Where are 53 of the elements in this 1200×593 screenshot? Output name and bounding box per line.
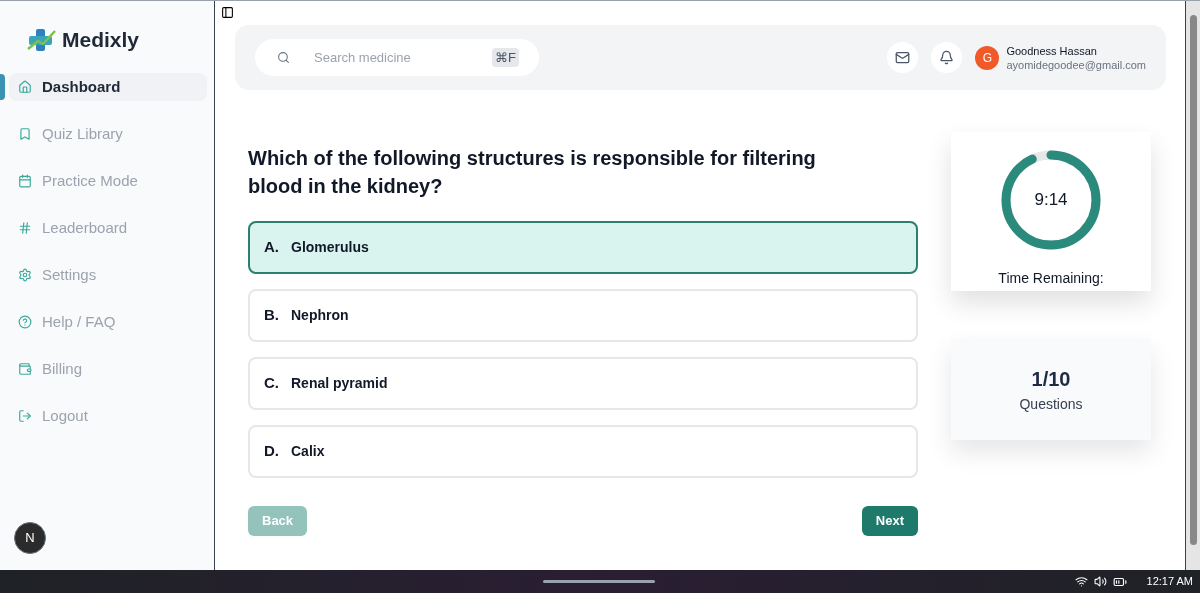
answer-option[interactable]: D. Calix xyxy=(248,425,918,478)
sidebar-item[interactable]: Help / FAQ xyxy=(9,308,207,336)
option-letter: C. xyxy=(264,373,279,394)
next-button[interactable]: Next xyxy=(861,506,918,536)
logout-icon xyxy=(18,409,32,423)
wifi-icon[interactable] xyxy=(1074,575,1088,588)
dev-badge[interactable]: N xyxy=(14,522,46,554)
sidebar-item[interactable]: Logout xyxy=(9,402,207,430)
sidebar-toggle-icon[interactable] xyxy=(221,6,234,19)
timer-reading: 9:14 xyxy=(1034,189,1068,212)
answer-option[interactable]: B. Nephron xyxy=(248,289,918,342)
hash-icon xyxy=(18,221,32,235)
avatar[interactable]: G xyxy=(975,45,1000,70)
wallet-icon xyxy=(18,362,32,376)
option-letter: B. xyxy=(264,305,279,326)
option-letter: A. xyxy=(264,237,279,258)
answer-option[interactable]: C. Renal pyramid xyxy=(248,357,918,410)
mail-icon xyxy=(895,50,911,65)
clock: 12:17 AM xyxy=(1146,574,1193,590)
calendar-icon xyxy=(18,174,32,188)
bookmark-icon xyxy=(18,127,32,141)
progress-label: Questions xyxy=(1019,395,1083,414)
question-count: 1/10 xyxy=(1031,367,1071,392)
question-text: Which of the following structures is responsible for filtering blood in the kidney? xyxy=(248,146,817,199)
logo-icon xyxy=(26,27,58,53)
option-text: Calix xyxy=(291,442,325,461)
sidebar-item[interactable]: Billing xyxy=(9,355,207,383)
sidebar-item[interactable]: Quiz Library xyxy=(9,120,207,148)
search-icon xyxy=(277,51,290,64)
answer-option[interactable]: A. Glomerulus xyxy=(248,221,918,274)
sidebar-item[interactable]: Dashboard xyxy=(9,73,207,101)
notifications-button[interactable] xyxy=(931,42,963,73)
active-indicator xyxy=(0,74,5,100)
search-field[interactable]: Search medicine ⌘F xyxy=(255,39,539,76)
timer-label: Time Remaining: xyxy=(998,269,1104,288)
sidebar-item[interactable]: Settings xyxy=(9,261,207,289)
option-text: Nephron xyxy=(291,306,349,325)
search-placeholder: Search medicine xyxy=(314,48,412,67)
option-text: Glomerulus xyxy=(291,238,369,257)
sidebar-item[interactable]: Practice Mode xyxy=(9,167,207,195)
settings-icon xyxy=(18,268,32,282)
shortcut-hint: ⌘F xyxy=(492,47,519,68)
home-icon xyxy=(18,80,32,94)
user-email: ayomidegoodee@gmail.com xyxy=(1006,57,1146,72)
option-text: Renal pyramid xyxy=(291,374,388,393)
help-icon xyxy=(18,315,32,329)
user-name: Goodness Hassan xyxy=(1006,43,1098,58)
mail-button[interactable] xyxy=(887,42,919,73)
logo-text: Medixly xyxy=(62,27,140,54)
option-letter: D. xyxy=(264,441,279,462)
volume-icon[interactable] xyxy=(1093,575,1107,588)
sidebar-item[interactable]: Leaderboard xyxy=(9,214,207,242)
bell-icon xyxy=(939,50,955,65)
